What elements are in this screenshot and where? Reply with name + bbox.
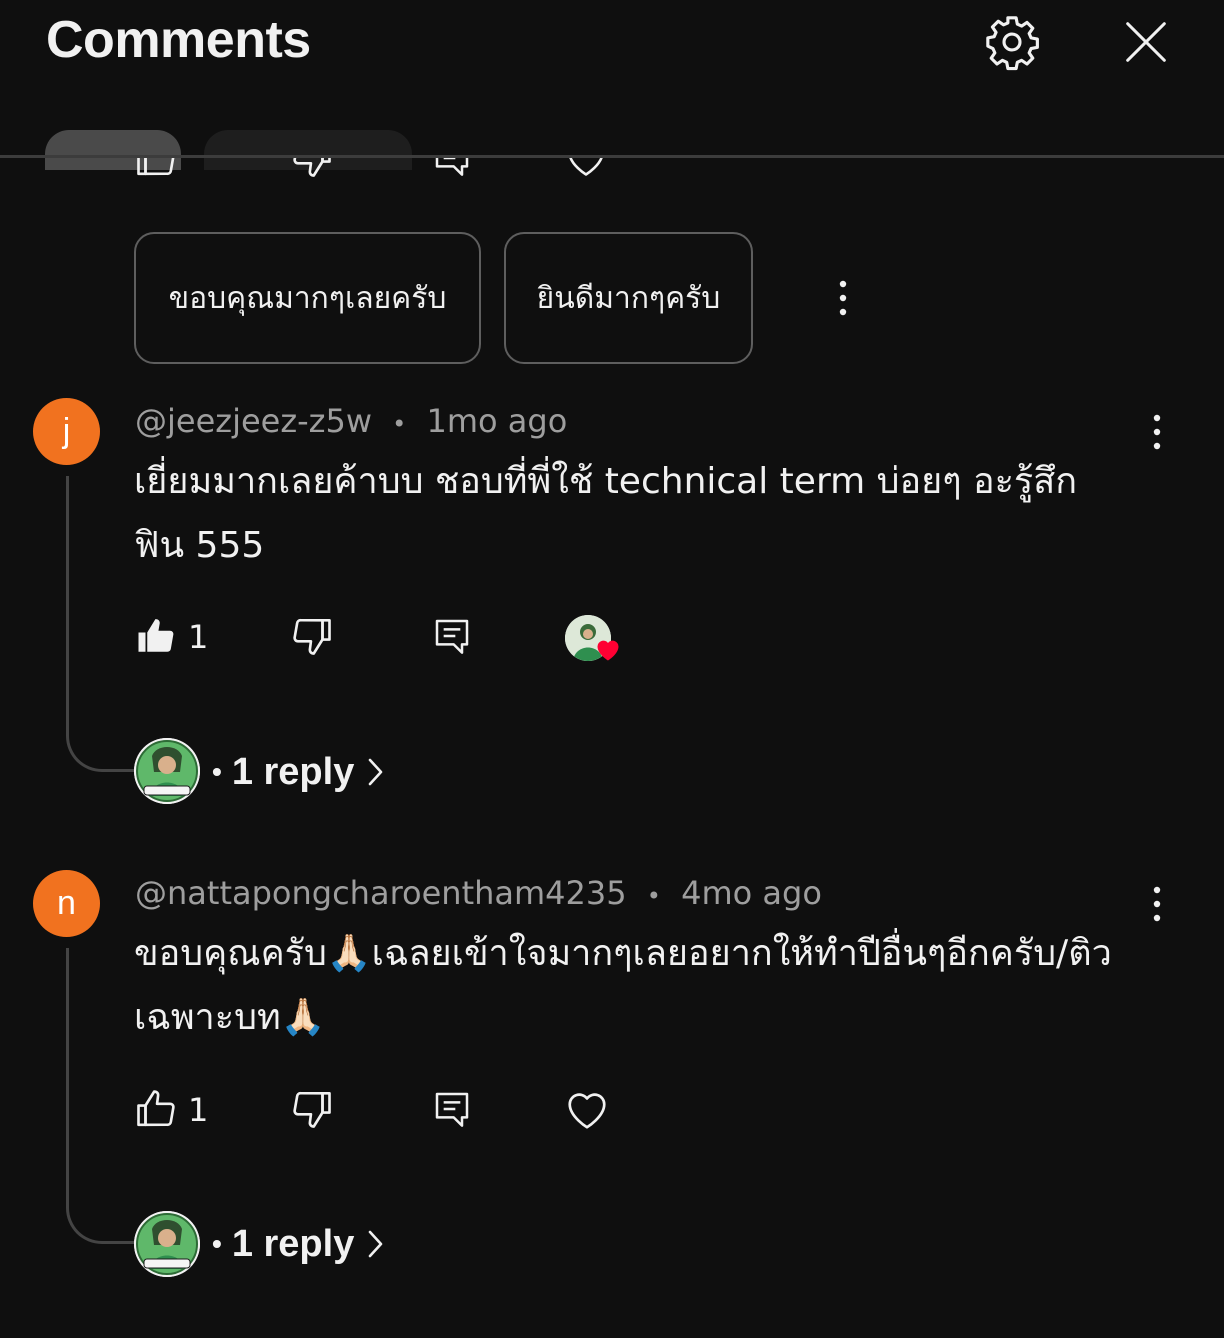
reply-icon[interactable] [430, 158, 474, 180]
more-vertical-icon [1153, 414, 1161, 450]
more-options-button[interactable] [822, 272, 864, 324]
thread-line [66, 476, 136, 772]
heart-filled-icon [594, 636, 622, 664]
comment-meta: @nattapongcharoentham4235 • 4mo ago [135, 874, 822, 912]
avatar[interactable]: j [33, 398, 100, 465]
more-vertical-icon [839, 280, 847, 316]
like-icon[interactable] [134, 158, 178, 180]
dislike-icon [293, 618, 331, 655]
settings-gear-icon [986, 16, 1039, 71]
meta-separator: • [646, 882, 661, 910]
like-count: 1 [188, 618, 209, 656]
replies-count-label: 1 reply [231, 750, 355, 793]
comment-text: เยี่ยมมากเลยค้าบบ ชอบที่พี่ใช้ technical… [134, 461, 1078, 566]
settings-button[interactable] [978, 8, 1046, 76]
replies-count-label: 1 reply [231, 1222, 355, 1265]
panel-title: Comments [46, 11, 311, 69]
suggested-reply-chip[interactable]: ขอบคุณมากๆเลยครับ [134, 232, 481, 364]
like-icon [137, 1090, 175, 1127]
suggested-reply-chip[interactable]: ยินดีมากๆครับ [504, 232, 753, 364]
heart-button[interactable] [564, 1087, 610, 1133]
heart-icon [568, 1093, 606, 1129]
reply-icon [435, 619, 469, 654]
replies-button[interactable]: • 1 reply [212, 742, 386, 802]
reply-avatar [134, 738, 200, 804]
comment-menu-button[interactable] [1136, 406, 1178, 458]
comment-text: ขอบคุณครับ🙏🏻เฉลยเข้าใจมากๆเลยอยากให้ทำปี… [134, 933, 1112, 1038]
dislike-icon[interactable] [290, 158, 334, 180]
more-vertical-icon [1153, 886, 1161, 922]
replies-button[interactable]: • 1 reply [212, 1214, 386, 1274]
like-button[interactable] [134, 614, 178, 658]
previous-comment-actions [0, 158, 1224, 188]
reply-icon [435, 1092, 469, 1127]
heart-icon[interactable] [564, 158, 608, 180]
like-button[interactable] [134, 1087, 178, 1131]
chevron-right-icon [369, 1230, 383, 1258]
reply-separator: • [212, 756, 222, 787]
comment-author[interactable]: @jeezjeez-z5w [135, 402, 372, 440]
dislike-icon [293, 1091, 331, 1128]
comment-author[interactable]: @nattapongcharoentham4235 [135, 874, 627, 912]
close-button[interactable] [1112, 8, 1180, 76]
reply-button[interactable] [430, 614, 474, 658]
thread-line [66, 948, 136, 1244]
comment-time[interactable]: 4mo ago [681, 874, 822, 912]
dislike-button[interactable] [290, 614, 334, 658]
close-icon [1126, 22, 1166, 62]
comment-time[interactable]: 1mo ago [427, 402, 568, 440]
avatar[interactable]: n [33, 870, 100, 937]
comment-menu-button[interactable] [1136, 878, 1178, 930]
like-filled-icon [138, 619, 174, 652]
reply-separator: • [212, 1228, 222, 1259]
comment-meta: @jeezjeez-z5w • 1mo ago [135, 402, 567, 440]
meta-separator: • [392, 410, 407, 438]
reply-avatar [134, 1211, 200, 1277]
reply-button[interactable] [430, 1087, 474, 1131]
chevron-right-icon [369, 758, 383, 786]
like-count: 1 [188, 1091, 209, 1129]
dislike-button[interactable] [290, 1087, 334, 1131]
